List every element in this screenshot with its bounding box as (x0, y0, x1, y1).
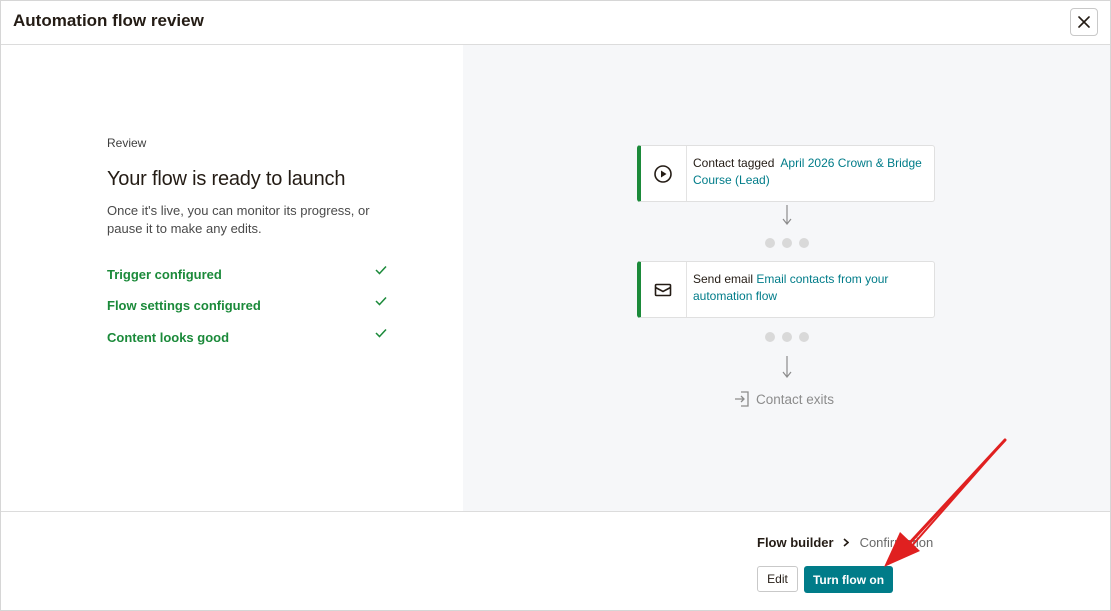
review-panel: Review Your flow is ready to launch Once… (1, 45, 463, 511)
check-label: Flow settings configured (107, 298, 261, 313)
node-divider (686, 146, 687, 201)
trigger-text: Contact tagged April 2026 Crown & Bridge… (693, 155, 923, 189)
breadcrumb: Flow builder Confirmation (757, 535, 933, 550)
flow-node-send-email[interactable]: Send email Email contacts from your auto… (637, 261, 935, 318)
email-text: Send email Email contacts from your auto… (693, 271, 923, 305)
review-label: Review (107, 136, 147, 150)
dot (782, 332, 792, 342)
play-circle-icon (654, 165, 672, 183)
dot (765, 238, 775, 248)
exit-icon (735, 391, 749, 407)
flow-node-trigger[interactable]: Contact tagged April 2026 Crown & Bridge… (637, 145, 935, 202)
checkmark-icon (375, 328, 387, 338)
review-description: Once it's live, you can monitor its prog… (107, 203, 370, 236)
turn-flow-on-button[interactable]: Turn flow on (804, 566, 893, 593)
check-label: Content looks good (107, 330, 230, 345)
automation-review-modal: Automation flow review Review Your flow … (0, 0, 1111, 611)
connector-arrow (782, 356, 792, 378)
connector-arrow (782, 205, 792, 225)
breadcrumb-confirmation: Confirmation (859, 535, 934, 550)
modal-header: Automation flow review (1, 1, 1110, 45)
edit-button[interactable]: Edit (757, 566, 798, 592)
more-steps-dots (765, 332, 809, 342)
breadcrumb-flow-builder[interactable]: Flow builder (757, 535, 834, 550)
checkmark-icon (375, 265, 387, 275)
flow-preview-panel: Contact tagged April 2026 Crown & Bridge… (463, 45, 1110, 511)
dot (799, 332, 809, 342)
node-divider (686, 262, 687, 317)
modal-footer: Flow builder Confirmation Edit Turn flow… (1, 511, 1110, 610)
close-icon (1078, 16, 1090, 28)
check-item-flow-settings: Flow settings configured (107, 296, 389, 316)
modal-title: Automation flow review (13, 11, 204, 30)
dot (782, 238, 792, 248)
dot (799, 238, 809, 248)
trigger-action: Contact tagged (693, 156, 775, 170)
check-label: Trigger configured (107, 267, 222, 282)
close-button[interactable] (1070, 8, 1098, 36)
checkmark-icon (375, 296, 387, 306)
chevron-right-icon (843, 538, 849, 547)
flow-exit: Contact exits (733, 390, 834, 408)
check-item-trigger: Trigger configured (107, 265, 389, 285)
more-steps-dots (765, 238, 809, 248)
email-action: Send email (693, 272, 754, 286)
exit-label: Contact exits (756, 391, 835, 407)
envelope-icon (654, 283, 672, 297)
review-headline: Your flow is ready to launch (107, 168, 346, 190)
dot (765, 332, 775, 342)
check-item-content: Content looks good (107, 328, 389, 348)
